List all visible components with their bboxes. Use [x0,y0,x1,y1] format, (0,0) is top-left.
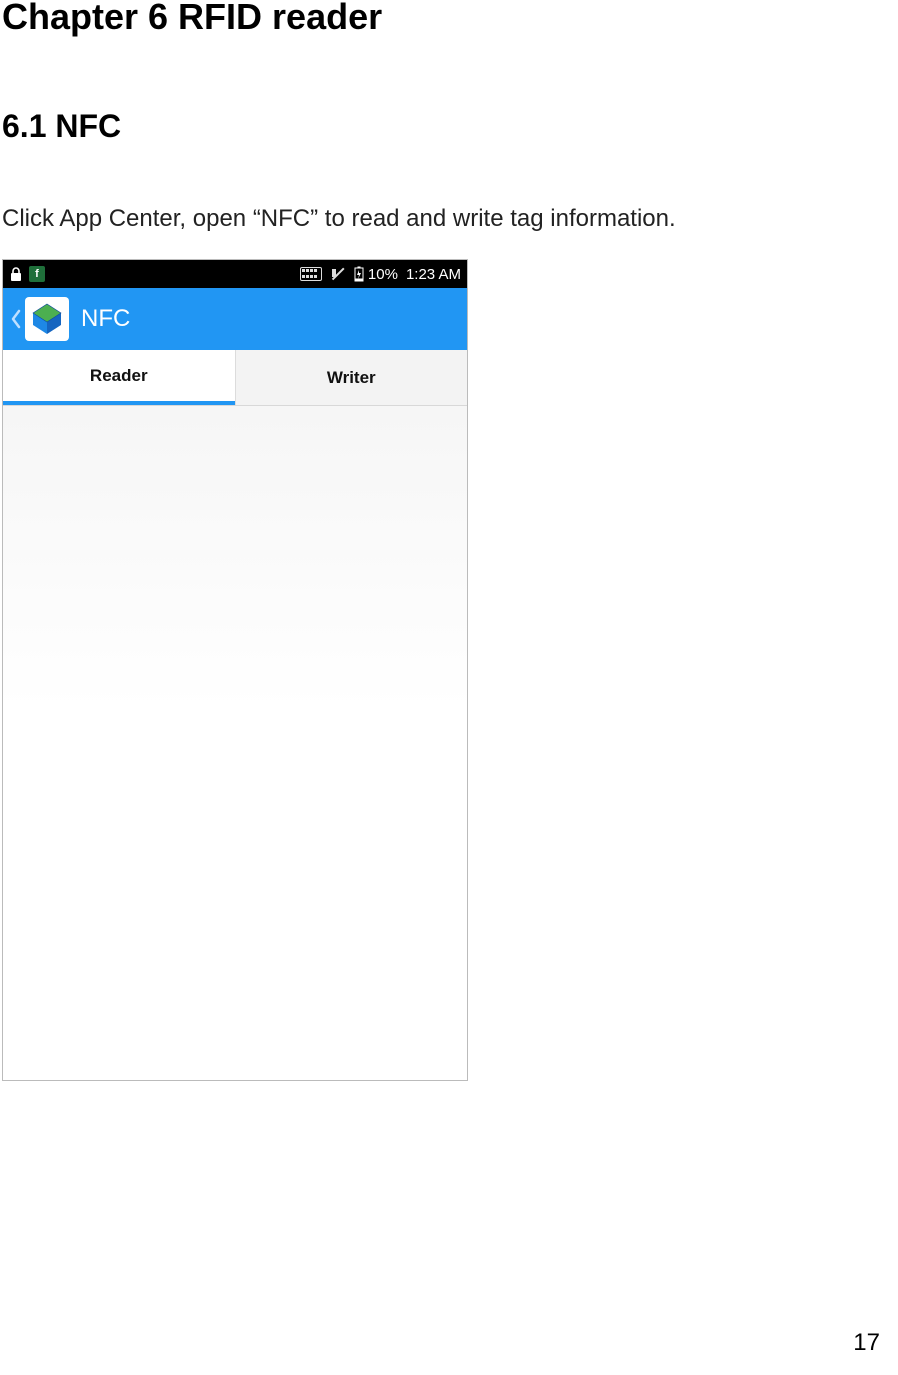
keyboard-icon [300,267,322,281]
nfc-app-screenshot: f 10% 1:23 AM [2,259,468,1081]
tab-reader-label: Reader [90,366,148,386]
f-badge-icon: f [29,266,45,282]
app-header: NFC [3,288,467,350]
statusbar-time: 1:23 AM [406,266,461,283]
body-text: Click App Center, open “NFC” to read and… [0,205,898,233]
section-title: 6.1 NFC [0,108,898,145]
chapter-title: Chapter 6 RFID reader [0,0,898,38]
page-number: 17 [853,1329,880,1357]
battery-charging-icon [354,266,364,282]
nfc-app-icon [25,297,69,341]
mute-icon [330,266,346,282]
tab-bar: Reader Writer [3,350,467,406]
tab-writer-label: Writer [327,368,376,388]
battery-percent: 10% [368,266,398,283]
reader-content-area [3,406,467,1080]
tab-writer[interactable]: Writer [236,350,468,405]
back-button[interactable] [9,288,23,350]
app-title: NFC [81,305,130,333]
tab-reader[interactable]: Reader [3,350,235,405]
android-statusbar: f 10% 1:23 AM [3,260,467,288]
lock-icon [9,266,23,282]
